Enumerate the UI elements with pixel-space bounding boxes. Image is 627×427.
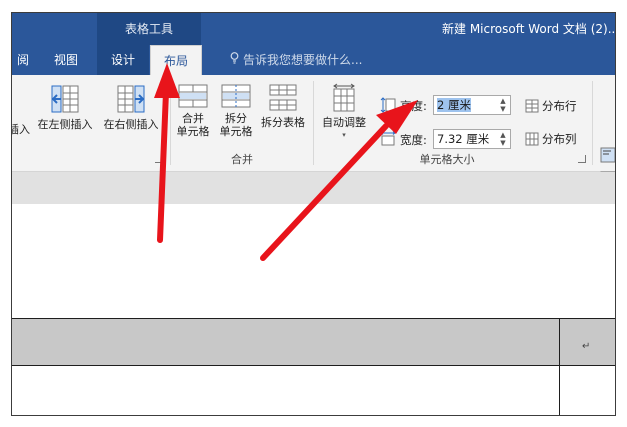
split-table-label: 拆分表格 [261, 116, 305, 129]
ruler-band [12, 172, 615, 204]
row-height-spinner-icon[interactable]: ▲ ▼ [498, 97, 508, 113]
distribute-rows-button[interactable]: 分布行 [525, 98, 577, 114]
distribute-columns-label: 分布列 [542, 132, 577, 146]
insert-below-button[interactable]: 插入 [12, 123, 32, 136]
autofit-button[interactable]: 自动调整 ▾ [316, 83, 372, 142]
tell-me-text: 告诉我您想要做什么... [243, 53, 363, 67]
autofit-label: 自动调整 [322, 116, 366, 129]
split-table-icon [269, 84, 297, 111]
group-separator [313, 81, 314, 165]
group-separator [592, 81, 593, 165]
column-width-spinner-icon[interactable]: ▲ ▼ [498, 131, 508, 147]
ribbon-tabs: 阅 视图 设计 布局 告诉我您想要做什么... [12, 45, 615, 77]
group-merge-label: 合并 [231, 153, 253, 166]
insert-right-label: 在右侧插入 [103, 118, 159, 131]
distribute-rows-label: 分布行 [542, 99, 577, 113]
tab-review[interactable]: 阅 [12, 45, 34, 75]
table-column-border [559, 318, 560, 415]
end-of-cell-mark: ↵ [582, 341, 591, 352]
autofit-dropdown-icon: ▾ [342, 131, 346, 139]
cell-size-launcher-icon[interactable] [578, 155, 586, 163]
group-cell-size-label: 单元格大小 [419, 153, 475, 166]
table-tools-label: 表格工具 [124, 22, 173, 36]
lightbulb-icon [230, 45, 239, 75]
insert-right-button[interactable]: 在右侧插入 [100, 83, 162, 131]
row-height-value: 2 厘米 [437, 98, 471, 112]
tab-layout[interactable]: 布局 [150, 45, 202, 77]
table-row-border [12, 365, 615, 366]
autofit-icon [333, 83, 355, 112]
insert-right-icon [117, 85, 145, 113]
tab-design[interactable]: 设计 [97, 45, 149, 75]
merge-cells-button[interactable]: 合并 单元格 [173, 83, 213, 138]
group-separator [170, 81, 171, 165]
split-cells-label-1: 拆分 [225, 112, 247, 125]
merge-cells-icon [178, 84, 208, 108]
document-area [12, 204, 615, 415]
split-cells-button[interactable]: 拆分 单元格 [216, 83, 256, 138]
rows-columns-launcher-icon[interactable] [155, 155, 163, 163]
window-title: 新建 Microsoft Word 文档 (2)... [442, 22, 616, 36]
merge-cells-label-1: 合并 [182, 112, 204, 125]
table-tools-context-group: 表格工具 [97, 13, 201, 45]
width-label: 宽度: [400, 133, 427, 147]
insert-left-icon [51, 85, 79, 113]
column-width-input[interactable]: 7.32 厘米 ▲ ▼ [433, 129, 511, 149]
split-table-button[interactable]: 拆分表格 [257, 83, 309, 129]
height-row: 高度: 2 厘米 ▲ ▼ [380, 95, 520, 117]
width-row: 宽度: 7.32 厘米 ▲ ▼ [380, 129, 520, 151]
distribute-rows-icon [525, 99, 539, 113]
row-height-icon [380, 97, 396, 116]
insert-below-label: 插入 [12, 123, 30, 136]
distribute-columns-icon [525, 132, 539, 146]
table-row[interactable] [12, 319, 615, 365]
insert-left-label: 在左侧插入 [37, 118, 93, 131]
column-width-icon [380, 131, 396, 150]
column-width-value: 7.32 厘米 [437, 132, 490, 146]
height-label: 高度: [400, 99, 427, 113]
split-cells-label-2: 单元格 [219, 125, 253, 138]
align-top-left-icon[interactable] [600, 147, 616, 163]
split-cells-icon [221, 84, 251, 108]
word-window: 表格工具 新建 Microsoft Word 文档 (2)... 阅 视图 设计… [11, 12, 616, 416]
tell-me-search[interactable]: 告诉我您想要做什么... [230, 45, 362, 75]
title-bar: 表格工具 新建 Microsoft Word 文档 (2)... [12, 13, 615, 45]
merge-cells-label-2: 单元格 [176, 125, 210, 138]
insert-left-button[interactable]: 在左侧插入 [34, 83, 96, 131]
ribbon: 插入 在左侧插入 [12, 75, 616, 211]
distribute-columns-button[interactable]: 分布列 [525, 131, 577, 147]
tab-view[interactable]: 视图 [46, 45, 86, 75]
row-height-input[interactable]: 2 厘米 ▲ ▼ [433, 95, 511, 115]
